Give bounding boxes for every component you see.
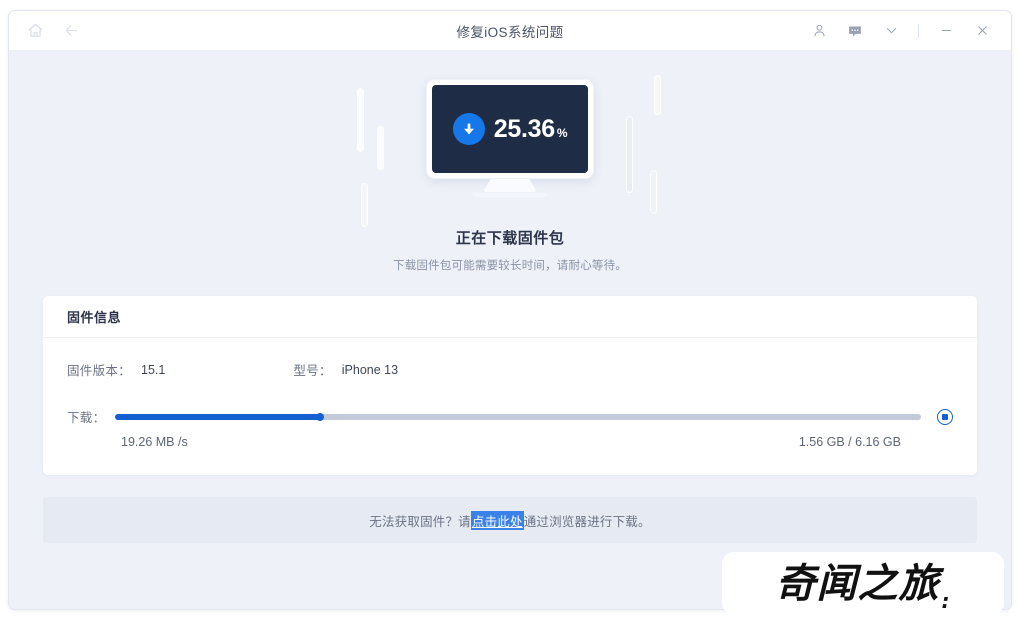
application-window: 修复iOS系统问题 25.36 % 正在下载固件包 下载固件包可能需要较长时间，… xyxy=(8,10,1012,610)
monitor-frame: 25.36% xyxy=(426,79,594,179)
minimize-icon[interactable] xyxy=(931,17,961,45)
firmware-version-value: 15.1 xyxy=(141,362,166,377)
progress-bar-knob[interactable] xyxy=(315,412,324,421)
notice-suffix: 通过浏览器进行下载。 xyxy=(523,514,651,529)
download-stats: 19.26 MB /s 1.56 GB / 6.16 GB xyxy=(67,435,953,449)
hero-title: 正在下载固件包 xyxy=(455,230,565,247)
progress-bar[interactable] xyxy=(115,412,921,421)
hero-subtitle: 下载固件包可能需要较长时间，请耐心等待。 xyxy=(393,260,627,272)
window-controls xyxy=(804,17,1011,45)
download-arrow-icon xyxy=(452,113,485,145)
firmware-info-body: 固件版本： 15.1 型号： iPhone 13 下载： 19.26 MB /s… xyxy=(43,338,977,475)
decor-line-right-1 xyxy=(655,76,660,114)
download-label: 下载： xyxy=(67,411,106,425)
decor-line-left-2 xyxy=(378,127,383,169)
decor-line-right-3 xyxy=(651,171,656,213)
firmware-version-label: 固件版本： xyxy=(67,364,132,378)
download-progress-row: 下载： xyxy=(67,407,953,426)
monitor-stand-base xyxy=(473,193,547,197)
monitor-screen: 25.36% xyxy=(432,85,588,173)
decor-line-left-1 xyxy=(358,89,363,151)
click-here-link[interactable]: 点击此处 xyxy=(470,510,524,530)
progress-bar-fill xyxy=(115,412,324,421)
message-bubble-icon[interactable] xyxy=(840,17,870,45)
browser-download-notice: 无法获取固件？请 点击此处 通过浏览器进行下载。 xyxy=(43,497,977,543)
firmware-meta-row: 固件版本： 15.1 型号： iPhone 13 xyxy=(67,360,953,379)
main-content: 25.36% 正在下载固件包 下载固件包可能需要较长时间，请耐心等待。 固件信息 xyxy=(9,51,1011,609)
decor-line-right-2 xyxy=(627,117,632,192)
device-model-value: iPhone 13 xyxy=(341,362,399,377)
title-bar: 修复iOS系统问题 xyxy=(9,11,1011,51)
percent-symbol: % xyxy=(556,125,568,140)
person-icon[interactable] xyxy=(804,17,834,45)
chevron-down-icon[interactable] xyxy=(876,17,906,45)
monitor: 25.36% xyxy=(426,79,594,209)
close-icon[interactable] xyxy=(967,17,997,45)
back-arrow-icon[interactable] xyxy=(61,21,81,41)
title-bar-nav xyxy=(9,21,81,41)
firmware-info-card: 固件信息 固件版本： 15.1 型号： iPhone 13 下载： 19.26 … xyxy=(43,296,977,475)
watermark: 奇闻之旅: xyxy=(722,552,1004,615)
monitor-illustration: 25.36% xyxy=(340,76,680,226)
home-icon[interactable] xyxy=(25,21,45,41)
stop-button-icon[interactable] xyxy=(937,408,953,425)
app-root: 修复iOS系统问题 25.36 % 正在下载固件包 下载固件包可能需要较长时间，… xyxy=(0,0,1020,620)
percent-value: 25.36 xyxy=(493,114,555,143)
monitor-stand xyxy=(483,179,537,192)
download-percent: 25.36% xyxy=(493,114,568,143)
download-hero: 25.36% 正在下载固件包 下载固件包可能需要较长时间，请耐心等待。 xyxy=(43,51,977,296)
download-size: 1.56 GB / 6.16 GB xyxy=(798,435,901,449)
device-model-label: 型号： xyxy=(293,364,332,378)
controls-divider xyxy=(918,23,919,38)
notice-prefix: 无法获取固件？请 xyxy=(369,514,471,529)
firmware-info-header: 固件信息 xyxy=(43,296,977,338)
watermark-text: 奇闻之旅 xyxy=(775,560,940,607)
watermark-tail: : xyxy=(941,589,951,613)
download-speed: 19.26 MB /s xyxy=(121,435,188,449)
decor-line-left-3 xyxy=(362,184,367,226)
